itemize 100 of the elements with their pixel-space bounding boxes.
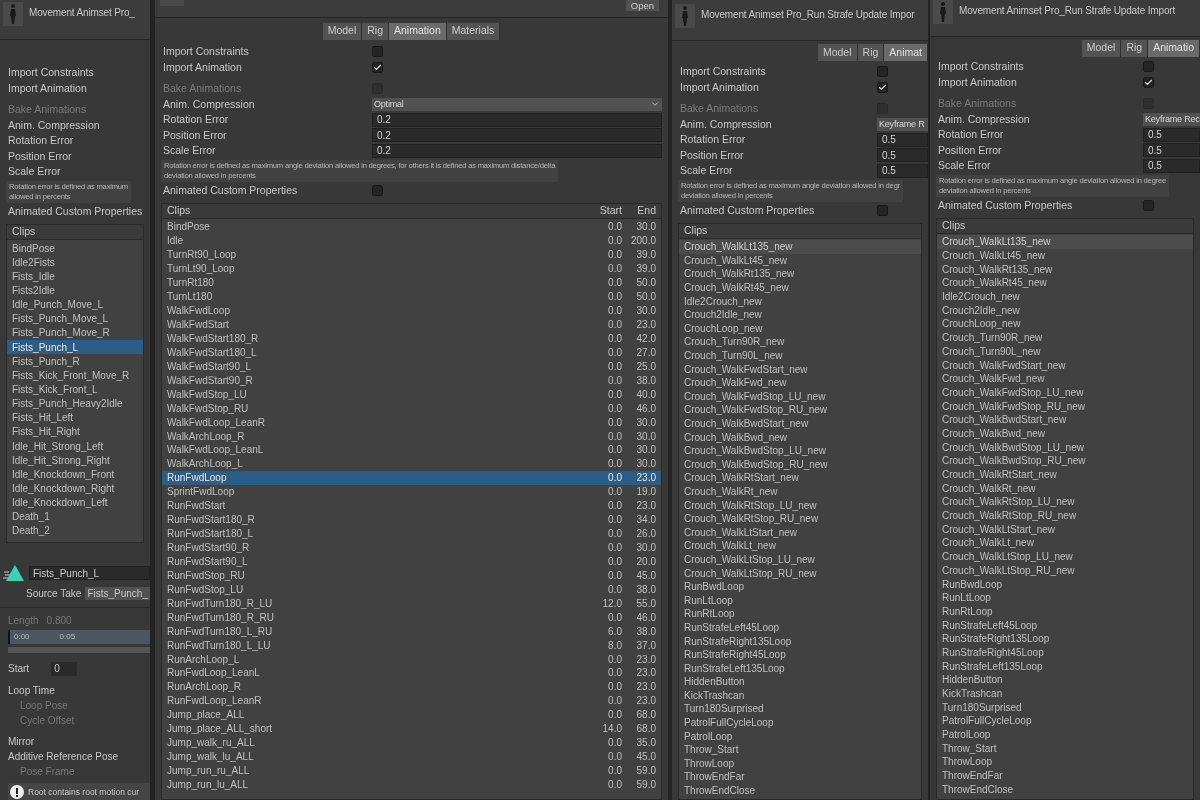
clip-row[interactable]: Jump_run_ru_ALL 0.0 59.0 xyxy=(162,763,661,778)
clip-row[interactable]: RunFwdStart90_L 0.0 20.0 xyxy=(162,554,661,569)
clip-row[interactable]: RunStrafeRight135Loop xyxy=(937,631,1193,646)
clip-row[interactable]: RunStrafeRight45Loop xyxy=(937,645,1193,660)
clip-row[interactable]: Fists_Punch_L xyxy=(7,340,143,355)
clip-row[interactable]: Jump_place_ALL_short 14.0 68.0 xyxy=(162,721,661,736)
clip-row[interactable]: RunFwdStart180_L 0.0 26.0 xyxy=(162,526,661,541)
clip-row[interactable]: HiddenButton xyxy=(937,673,1193,687)
clip-row[interactable]: Fists2Idle xyxy=(7,283,143,298)
clip-row[interactable]: Crouch_WalkFwdStop_RU_new xyxy=(679,403,921,417)
clip-row[interactable]: Throw_Start xyxy=(679,742,921,757)
clip-row[interactable]: RunFwdLoop_LeanR 0.0 23.0 xyxy=(162,693,661,708)
checkbox[interactable] xyxy=(877,66,888,78)
clip-row[interactable]: WalkFwdLoop_LeanL 0.0 30.0 xyxy=(162,443,661,457)
clip-row[interactable]: Crouch_Turn90L_new xyxy=(679,348,921,363)
clip-row[interactable]: BindPose 0.0 30.0 xyxy=(162,220,661,234)
clip-row[interactable]: RunStrafeLeft135Loop xyxy=(937,659,1193,673)
clip-row[interactable]: Crouch_WalkLt135_new xyxy=(937,235,1193,249)
compression-dropdown[interactable]: Keyframe Rec xyxy=(1143,112,1200,126)
clip-row[interactable]: Idle_Hit_Strong_Right xyxy=(7,453,143,468)
checkbox[interactable] xyxy=(1143,199,1154,211)
clip-row[interactable]: Crouch_WalkRtStart_new xyxy=(937,467,1193,482)
clip-row[interactable]: Fists_Punch_Heavy2Idle xyxy=(7,396,143,411)
inspector-tab[interactable]: Model xyxy=(817,44,858,61)
inspector-tab[interactable]: Animatio xyxy=(1148,39,1200,57)
clip-row[interactable]: Idle_Knockdown_Front xyxy=(7,467,143,482)
clip-row[interactable]: ThrowEndClose xyxy=(679,783,921,798)
clip-row[interactable]: PatrolFullCycleLoop xyxy=(679,715,921,730)
clip-row[interactable]: RunFwdLoop_LeanL 0.0 23.0 xyxy=(162,666,661,680)
clip-row[interactable]: Crouch_WalkLtStop_RU_new xyxy=(937,563,1193,578)
clip-row[interactable]: Crouch_Turn90R_new xyxy=(937,330,1193,345)
clip-row[interactable]: Crouch_Turn90R_new xyxy=(679,335,921,349)
inspector-tab[interactable]: Model xyxy=(322,22,363,40)
checkbox[interactable] xyxy=(1143,76,1154,88)
clip-row[interactable]: Crouch_WalkLt_new xyxy=(679,539,921,553)
clip-row[interactable]: Crouch_WalkRtStop_LU_new xyxy=(937,495,1193,509)
clip-row[interactable]: Crouch2Idle_new xyxy=(937,303,1193,318)
clip-row[interactable]: PatrolFullCycleLoop xyxy=(937,714,1193,728)
clip-row[interactable]: RunFwdLoop 0.0 23.0 xyxy=(162,470,661,485)
clip-row[interactable]: Fists_Hit_Left xyxy=(7,410,143,425)
clip-row[interactable]: Jump_run_lu_ALL 0.0 59.0 xyxy=(162,777,661,792)
clip-row[interactable]: Fists_Punch_Move_L xyxy=(7,311,143,326)
clip-row[interactable]: RunFwdStart90_R 0.0 30.0 xyxy=(162,540,661,555)
start-field[interactable]: 0 xyxy=(51,661,78,676)
clip-row[interactable]: Crouch_WalkFwd_new xyxy=(679,375,921,390)
checkbox[interactable] xyxy=(877,204,888,216)
clip-row[interactable]: Idle 0.0 200.0 xyxy=(162,233,661,248)
clip-row[interactable]: Crouch_WalkRt135_new xyxy=(937,262,1193,277)
clip-row[interactable]: Crouch2Idle_new xyxy=(679,307,921,322)
clip-row[interactable]: Crouch_WalkBwdStop_LU_new xyxy=(937,440,1193,454)
clip-row[interactable]: TurnLt180 0.0 50.0 xyxy=(162,289,661,304)
clip-row[interactable]: Crouch_WalkLtStart_new xyxy=(679,525,921,540)
number-field[interactable]: 0.2 xyxy=(372,112,662,127)
clip-row[interactable]: RunStrafeLeft45Loop xyxy=(679,620,921,635)
source-take-dropdown[interactable]: Fists_Punch_ xyxy=(85,587,150,600)
clip-row[interactable]: Crouch_WalkLtStart_new xyxy=(937,522,1193,537)
clip-row[interactable]: ThrowEndClose xyxy=(937,782,1193,797)
number-field[interactable]: 0.5 xyxy=(1143,127,1200,142)
number-field[interactable]: 0.2 xyxy=(372,128,662,143)
clip-row[interactable]: HiddenButton xyxy=(679,675,921,689)
clip-row[interactable]: Crouch_WalkFwdStop_RU_new xyxy=(937,399,1193,413)
clip-row[interactable]: Crouch_WalkBwdStart_new xyxy=(679,416,921,431)
clip-name-field[interactable]: Fists_Punch_L xyxy=(29,566,150,580)
clip-row[interactable]: WalkArchLoop_R 0.0 30.0 xyxy=(162,429,661,443)
clip-row[interactable]: WalkFwdStart90_R 0.0 38.0 xyxy=(162,373,661,388)
clip-row[interactable]: Turn180Surprised xyxy=(937,700,1193,715)
clip-row[interactable]: Idle2Crouch_new xyxy=(679,294,921,308)
number-field[interactable]: 0.5 xyxy=(877,163,928,178)
clip-row[interactable]: KickTrashcan xyxy=(679,688,921,703)
clip-row[interactable]: RunRtLoop xyxy=(937,604,1193,619)
clip-row[interactable]: Throw_Start xyxy=(937,741,1193,756)
clip-row[interactable]: Death_2 xyxy=(7,523,143,538)
checkbox[interactable] xyxy=(372,61,383,73)
clip-row[interactable]: RunFwdStop_LU 0.0 38.0 xyxy=(162,582,661,597)
number-field[interactable]: 0.2 xyxy=(372,143,662,158)
clip-row[interactable]: Idle2Crouch_new xyxy=(937,289,1193,304)
clip-row[interactable]: Crouch_WalkBwd_new xyxy=(679,430,921,444)
clip-row[interactable]: Crouch_Turn90L_new xyxy=(937,344,1193,359)
clip-row[interactable]: BindPose xyxy=(7,241,143,256)
clip-row[interactable]: Fists_Idle xyxy=(7,269,143,284)
clip-row[interactable]: WalkFwdLoop 0.0 30.0 xyxy=(162,303,661,318)
number-field[interactable]: 0.5 xyxy=(877,148,928,163)
clip-row[interactable]: Crouch_WalkRtStop_RU_new xyxy=(937,508,1193,523)
number-field[interactable]: 0.5 xyxy=(1143,158,1200,173)
clip-row[interactable]: KickTrashcan xyxy=(937,686,1193,701)
clip-row[interactable]: Idle2Fists xyxy=(7,255,143,270)
clip-row[interactable]: Crouch_WalkLt45_new xyxy=(679,253,921,268)
clip-row[interactable]: Crouch_WalkRtStop_LU_new xyxy=(679,498,921,512)
clip-row[interactable]: Crouch_WalkFwdStop_LU_new xyxy=(679,389,921,404)
clip-row[interactable]: WalkFwdStart 0.0 23.0 xyxy=(162,317,661,332)
clip-row[interactable]: WalkFwdStart180_L 0.0 27.0 xyxy=(162,345,661,360)
clip-row[interactable]: RunLtLoop xyxy=(937,590,1193,605)
clip-row[interactable]: RunFwdStart180_R 0.0 34.0 xyxy=(162,512,661,527)
clip-row[interactable]: WalkFwdStart90_L 0.0 25.0 xyxy=(162,359,661,374)
clip-row[interactable]: CrouchLoop_new xyxy=(679,321,921,336)
timeline-ruler[interactable]: 0:00 0:05 xyxy=(8,630,150,644)
inspector-tab[interactable]: Model xyxy=(1081,39,1122,57)
inspector-tab[interactable]: Rig xyxy=(1121,39,1149,57)
clip-row[interactable]: Crouch_WalkFwdStop_LU_new xyxy=(937,385,1193,400)
checkbox[interactable] xyxy=(877,81,888,93)
